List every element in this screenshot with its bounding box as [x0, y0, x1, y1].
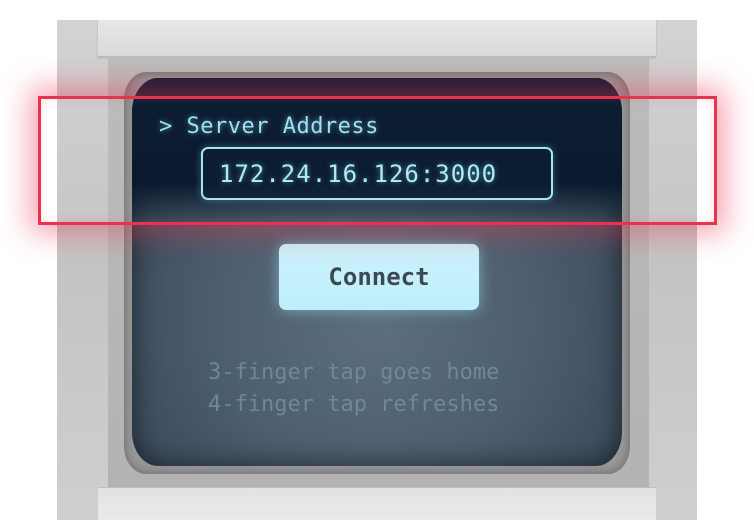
hint-home-gesture: 3-finger tap goes home [208, 360, 500, 385]
crt-screen: > Server Address Connect 3-finger tap go… [132, 78, 622, 466]
server-address-input[interactable] [201, 147, 553, 200]
device-top-bezel [98, 20, 656, 57]
connect-button[interactable]: Connect [279, 244, 479, 310]
device-bottom-bezel [98, 487, 656, 520]
server-address-label: > Server Address [159, 114, 379, 139]
app-stage: > Server Address Connect 3-finger tap go… [0, 0, 754, 520]
hint-refresh-gesture: 4-finger tap refreshes [208, 392, 500, 417]
